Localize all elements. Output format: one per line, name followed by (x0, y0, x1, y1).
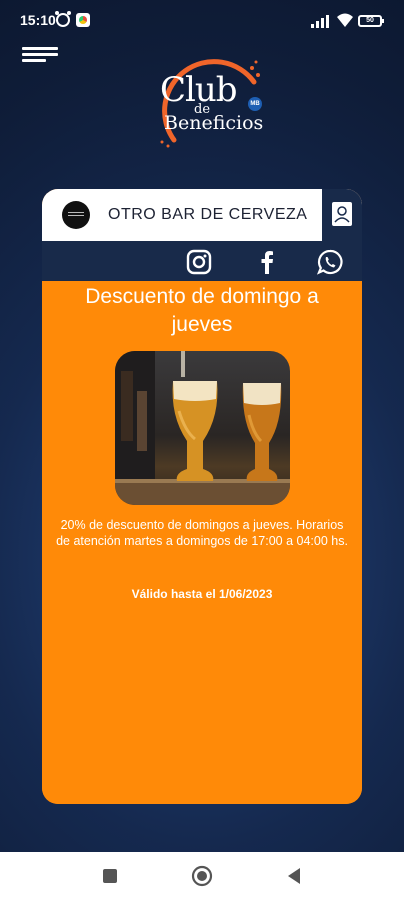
app-notification-icon (76, 13, 90, 27)
back-icon[interactable] (282, 864, 306, 888)
home-icon[interactable] (190, 864, 214, 888)
card-header-corner (322, 189, 362, 241)
menu-button[interactable] (22, 47, 58, 65)
promo-validity: Válido hasta el 1/06/2023 (131, 587, 273, 601)
promo-image (115, 351, 290, 505)
promo-description: 20% de descuento de domingos a jueves. H… (56, 518, 348, 548)
benefit-card: OTRO BAR DE CERVEZA Descuento de domingo… (42, 189, 362, 804)
instagram-icon[interactable] (186, 249, 212, 275)
battery-icon: 50 (358, 15, 384, 27)
whatsapp-icon[interactable] (317, 249, 343, 275)
facebook-icon[interactable] (254, 249, 280, 275)
profile-icon[interactable] (329, 201, 355, 229)
card-header: OTRO BAR DE CERVEZA (42, 189, 362, 241)
wifi-icon (337, 13, 353, 27)
social-bar (42, 241, 362, 281)
alarm-icon (55, 11, 71, 27)
logo-badge: MB (248, 97, 262, 111)
logo-word-beneficios: Beneficios (164, 112, 264, 134)
promo-title: Descuento de domingo a jueves (85, 285, 319, 336)
store-avatar[interactable] (62, 201, 90, 229)
beer-glasses-photo (115, 351, 290, 505)
system-nav-bar (0, 852, 404, 900)
recents-icon[interactable] (98, 864, 122, 888)
club-beneficios-logo: Club de Beneficios MB (138, 42, 278, 152)
status-bar: 15:10 50 (0, 0, 404, 44)
signal-icon (311, 14, 331, 28)
store-name[interactable]: OTRO BAR DE CERVEZA (108, 206, 307, 224)
status-time: 15:10 (20, 12, 56, 28)
